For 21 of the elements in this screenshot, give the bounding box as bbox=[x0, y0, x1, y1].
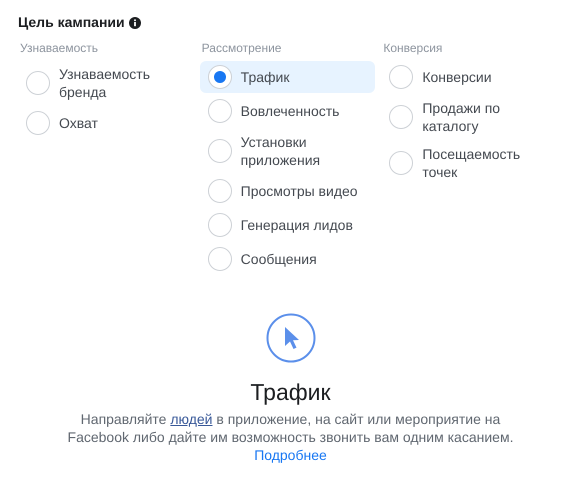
learn-more-link[interactable]: Подробнее bbox=[254, 446, 327, 462]
objective-option[interactable]: Просмотры видео bbox=[200, 175, 375, 207]
group-title: Рассмотрение bbox=[202, 40, 282, 57]
objective-option[interactable]: Трафик bbox=[200, 61, 375, 93]
term-link[interactable]: людей bbox=[170, 410, 212, 426]
section-title: Цель кампании bbox=[18, 13, 125, 32]
info-icon[interactable] bbox=[128, 16, 141, 28]
objective-option[interactable]: Генерация лидов bbox=[200, 209, 375, 241]
objective-option[interactable]: Сообщения bbox=[200, 243, 375, 275]
objective-option[interactable]: Узнаваемость бренда bbox=[18, 61, 193, 105]
objective-option[interactable]: Охват bbox=[18, 107, 193, 139]
group-title: Конверсия bbox=[383, 40, 444, 57]
objective-title: Трафик bbox=[249, 378, 332, 407]
objective-option[interactable]: Вовлеченность bbox=[200, 95, 375, 127]
group-title: Узнаваемость bbox=[20, 40, 100, 57]
objective-option[interactable]: Продажи по каталогу bbox=[381, 95, 556, 139]
objective-option[interactable]: Конверсии bbox=[381, 61, 556, 93]
objective-option[interactable]: Посещаемость точек bbox=[381, 141, 556, 185]
objective-option[interactable]: Установки приложения bbox=[200, 129, 375, 173]
objective-description: Направляйте людей в приложение, на сайт или мероприятие на Facebook либо дайте им возможность звонить вам одним касанием. Подробнее bbox=[66, 410, 514, 464]
cursor-icon bbox=[266, 313, 316, 363]
